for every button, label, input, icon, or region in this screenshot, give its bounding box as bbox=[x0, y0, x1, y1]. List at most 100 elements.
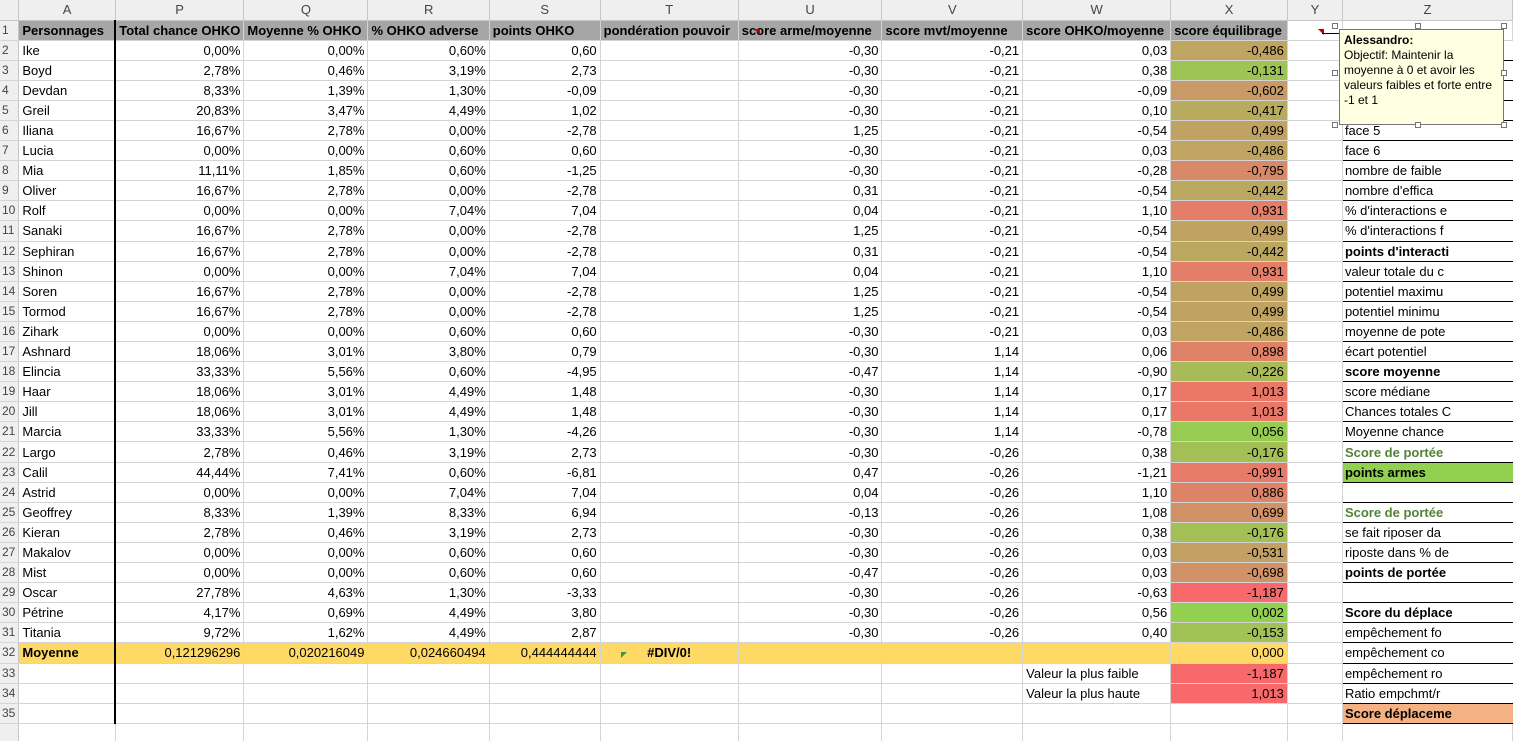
cell-score-equilibrage[interactable]: -0,153 bbox=[1170, 622, 1288, 644]
cell-v[interactable]: 1,14 bbox=[881, 381, 1024, 403]
cell-s[interactable]: 3,80 bbox=[489, 602, 601, 624]
cell-s[interactable]: -4,26 bbox=[489, 421, 601, 443]
cell-v[interactable]: 1,14 bbox=[881, 421, 1024, 443]
select-all-corner[interactable] bbox=[0, 0, 20, 21]
row-number[interactable]: 22 bbox=[0, 441, 20, 463]
cell-empty[interactable] bbox=[489, 683, 601, 704]
cell-p[interactable]: 16,67% bbox=[115, 281, 245, 302]
cell-p[interactable]: 16,67% bbox=[115, 301, 245, 322]
cell-t[interactable] bbox=[600, 522, 739, 543]
cell-y[interactable] bbox=[1287, 281, 1343, 302]
cell-z[interactable]: moyenne de pote bbox=[1341, 320, 1513, 343]
cell-z[interactable]: points d'interacti bbox=[1341, 240, 1513, 262]
resize-handle[interactable] bbox=[1501, 122, 1507, 128]
cell-t[interactable] bbox=[600, 321, 739, 343]
cell-empty[interactable] bbox=[243, 683, 369, 704]
cell-empty[interactable] bbox=[738, 683, 883, 704]
cell-y[interactable] bbox=[1287, 361, 1343, 383]
cell-u[interactable]: -0,47 bbox=[738, 562, 883, 584]
row-number[interactable]: 17 bbox=[0, 341, 20, 363]
cell-v[interactable]: 1,14 bbox=[881, 361, 1024, 383]
cell-z[interactable]: % d'interactions e bbox=[1341, 200, 1513, 222]
cell-empty[interactable] bbox=[600, 703, 739, 724]
cell-y[interactable] bbox=[1287, 200, 1343, 222]
cell-w[interactable]: 0,03 bbox=[1022, 562, 1172, 584]
cell-t[interactable] bbox=[600, 582, 739, 604]
cell-s[interactable]: 0,60 bbox=[489, 542, 601, 564]
cell-u[interactable]: -0,30 bbox=[738, 542, 883, 564]
cell-y[interactable] bbox=[1287, 522, 1343, 543]
cell-personnage[interactable]: Geoffrey bbox=[18, 502, 117, 523]
cell-empty[interactable] bbox=[881, 663, 1024, 684]
header-cell-t[interactable]: pondération pouvoir bbox=[600, 20, 739, 41]
cell-u[interactable]: 1,25 bbox=[738, 281, 883, 302]
cell-r[interactable]: 0,60% bbox=[367, 562, 490, 584]
row-number[interactable]: 29 bbox=[0, 582, 20, 604]
cell-p[interactable]: 2,78% bbox=[115, 441, 245, 463]
cell-w[interactable]: 1,08 bbox=[1022, 502, 1172, 523]
cell-comment[interactable]: Alessandro: Objectif: Maintenir la moyen… bbox=[1339, 29, 1504, 125]
cell-q[interactable]: 0,00% bbox=[243, 562, 369, 584]
cell-y[interactable] bbox=[1287, 341, 1343, 363]
row-number[interactable]: 21 bbox=[0, 421, 20, 443]
cell-u[interactable]: 0,47 bbox=[738, 462, 883, 483]
cell-u[interactable]: 1,25 bbox=[738, 120, 883, 142]
cell-score-equilibrage[interactable]: 0,499 bbox=[1170, 301, 1288, 322]
row-number[interactable]: 7 bbox=[0, 140, 20, 162]
cell-s[interactable]: 2,87 bbox=[489, 622, 601, 644]
header-cell-x[interactable]: score équilibrage bbox=[1170, 20, 1288, 41]
cell-t[interactable] bbox=[600, 140, 739, 162]
cell-p[interactable]: 0,00% bbox=[115, 140, 245, 162]
cell-r[interactable]: 1,30% bbox=[367, 582, 490, 604]
cell-personnage[interactable]: Rolf bbox=[18, 200, 117, 222]
cell-p[interactable]: 0,00% bbox=[115, 562, 245, 584]
cell-y[interactable] bbox=[1287, 40, 1343, 61]
cell-empty[interactable] bbox=[115, 663, 245, 684]
cell-s[interactable]: -2,78 bbox=[489, 120, 601, 142]
cell-u[interactable]: 0,04 bbox=[738, 261, 883, 282]
cell-w[interactable]: 0,03 bbox=[1022, 140, 1172, 162]
row-number[interactable]: 4 bbox=[0, 80, 20, 101]
cell-q[interactable]: 3,01% bbox=[243, 401, 369, 423]
cell-s[interactable]: 0,60 bbox=[489, 40, 601, 61]
cell-p[interactable]: 16,67% bbox=[115, 180, 245, 202]
cell-p[interactable]: 9,72% bbox=[115, 622, 245, 644]
cell-y[interactable] bbox=[1287, 462, 1343, 483]
cell-z[interactable]: Score du déplace bbox=[1341, 602, 1513, 624]
cell-y[interactable] bbox=[1287, 261, 1343, 282]
cell-s[interactable]: -2,78 bbox=[489, 281, 601, 302]
cell-t[interactable] bbox=[600, 341, 739, 363]
cell-q[interactable]: 0,00% bbox=[243, 542, 369, 564]
cell-w[interactable]: -0,54 bbox=[1022, 120, 1172, 142]
cell-score-equilibrage[interactable]: 0,931 bbox=[1170, 200, 1288, 222]
cell-score-equilibrage[interactable]: 0,886 bbox=[1170, 482, 1288, 503]
cell-p[interactable]: 4,17% bbox=[115, 602, 245, 624]
cell-w[interactable]: -0,63 bbox=[1022, 582, 1172, 604]
cell-q[interactable]: 0,00% bbox=[243, 261, 369, 282]
cell-personnage[interactable]: Iliana bbox=[18, 120, 117, 142]
cell-r[interactable]: 4,49% bbox=[367, 602, 490, 624]
cell-q[interactable]: 0,46% bbox=[243, 522, 369, 543]
row-number[interactable]: 27 bbox=[0, 542, 20, 564]
cell-y[interactable] bbox=[1287, 220, 1343, 242]
cell-p[interactable]: 8,33% bbox=[115, 502, 245, 523]
cell-u[interactable]: -0,30 bbox=[738, 100, 883, 121]
row-number[interactable]: 5 bbox=[0, 100, 20, 121]
cell-s[interactable]: 2,73 bbox=[489, 441, 601, 463]
cell-empty[interactable] bbox=[1170, 723, 1288, 741]
cell-empty[interactable] bbox=[1342, 723, 1513, 741]
cell-y[interactable] bbox=[1287, 482, 1343, 503]
cell-p[interactable]: 18,06% bbox=[115, 401, 245, 423]
cell-v[interactable]: 1,14 bbox=[881, 401, 1024, 423]
row-number[interactable]: 28 bbox=[0, 562, 20, 584]
row-number[interactable]: 15 bbox=[0, 301, 20, 322]
cell-a[interactable] bbox=[18, 663, 117, 684]
cell-y[interactable] bbox=[1287, 683, 1343, 704]
cell-score-equilibrage[interactable]: 0,898 bbox=[1170, 341, 1288, 363]
header-cell-q[interactable]: Moyenne % OHKO bbox=[243, 20, 369, 41]
cell-z[interactable]: Score de portée bbox=[1341, 441, 1513, 463]
cell-personnage[interactable]: Kieran bbox=[18, 522, 117, 543]
header-cell-s[interactable]: points OHKO bbox=[489, 20, 601, 41]
resize-handle[interactable] bbox=[1501, 70, 1507, 76]
row-number[interactable]: 26 bbox=[0, 522, 20, 543]
